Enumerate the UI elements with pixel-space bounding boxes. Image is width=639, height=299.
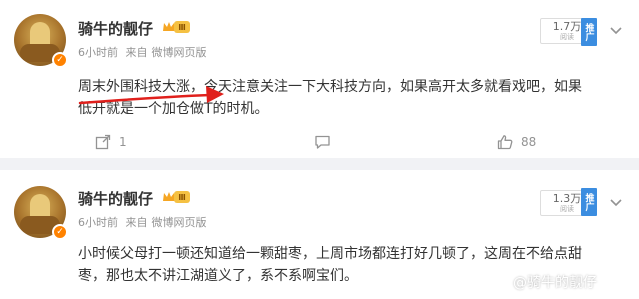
content-line: 小时候父母打一顿还知道给一颗甜枣，上周市场都连打好几顿了，这周在不给点甜: [78, 246, 582, 262]
vip-badge[interactable]: Ⅲ: [162, 19, 190, 35]
post-meta: 6小时前 来自 微博网页版: [78, 214, 211, 230]
repost-count: 1: [119, 135, 127, 149]
verified-badge-icon: ✓: [52, 224, 68, 240]
like-count: 88: [521, 135, 537, 149]
repost-icon: [95, 134, 111, 150]
content-line: 低开就是一个加仓做T的时机。: [78, 101, 269, 117]
chevron-down-icon[interactable]: [609, 26, 623, 36]
post-time[interactable]: 6小时前: [78, 216, 118, 229]
feed-divider: [0, 158, 639, 170]
post-time[interactable]: 6小时前: [78, 46, 118, 59]
post-meta: 6小时前 来自 微博网页版: [78, 44, 211, 60]
vip-badge[interactable]: Ⅲ: [162, 189, 190, 205]
author-name[interactable]: 骑牛的靓仔: [78, 188, 153, 209]
verified-badge-icon: ✓: [52, 52, 68, 68]
post-source[interactable]: 微博网页版: [152, 46, 207, 59]
source-prefix: 来自: [125, 46, 148, 59]
chevron-down-icon[interactable]: [609, 198, 623, 208]
content-line: 周末外围科技大涨，今天注意关注一下大科技方向，如果高开太多就看戏吧，如果: [78, 79, 582, 95]
level-badge: Ⅲ: [174, 21, 190, 33]
level-badge: Ⅲ: [174, 191, 190, 203]
action-bar: 1 88: [0, 128, 639, 158]
author-name[interactable]: 骑牛的靓仔: [78, 18, 153, 39]
comment-icon: [315, 135, 330, 149]
watermark: @骑牛的靓仔: [513, 275, 597, 291]
comment-button[interactable]: [314, 134, 339, 150]
source-prefix: 来自: [125, 216, 148, 229]
post-card: ✓ 骑牛的靓仔 Ⅲ 6小时前 来自 微博网页版 1.7万 阅读 推广 周末外围科技…: [0, 0, 639, 158]
post-content: 周末外围科技大涨，今天注意关注一下大科技方向，如果高开太多就看戏吧，如果 低开就…: [78, 76, 618, 120]
like-icon: [497, 135, 513, 150]
promote-button[interactable]: 推广: [581, 18, 597, 46]
post-source[interactable]: 微博网页版: [152, 216, 207, 229]
like-button[interactable]: 88: [497, 134, 536, 150]
promote-button[interactable]: 推广: [581, 188, 597, 216]
repost-button[interactable]: 1: [95, 134, 127, 150]
